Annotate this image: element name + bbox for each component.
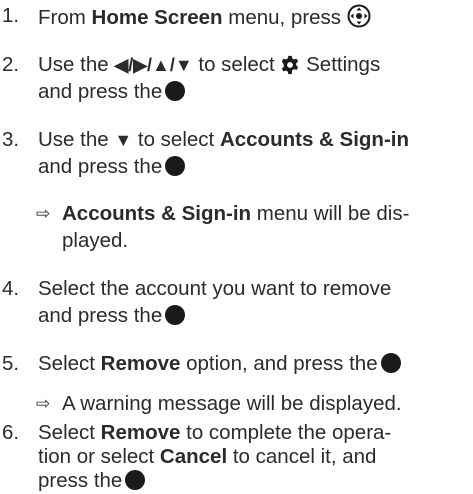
remove-label: Remove — [100, 421, 181, 444]
result-arrow-icon: ⇨ — [36, 394, 51, 413]
note-text: A warning message will be displayed. — [62, 392, 402, 415]
step-number: 5. — [2, 352, 20, 375]
step-number: 6. — [2, 421, 20, 444]
cancel-label: Cancel — [159, 445, 228, 468]
ok-button-icon — [125, 470, 146, 490]
step-number: 1. — [2, 4, 20, 27]
home-screen-label: Home Screen — [91, 6, 223, 29]
step-number: 3. — [2, 128, 20, 151]
step-text: Select the account you want to remove — [38, 277, 392, 300]
ok-button-icon — [165, 81, 186, 101]
ok-button-icon — [165, 305, 186, 325]
ok-button-icon — [380, 353, 401, 373]
step-text: Use the ◀/▶/▲/▼ to select Settings — [38, 53, 381, 76]
step-text: Use the ▼ to select Accounts & Sign-in — [38, 128, 409, 151]
note-text: Accounts & Sign-in menu will be dis- — [62, 202, 410, 225]
step-number: 2. — [2, 53, 20, 76]
remove-label: Remove — [100, 352, 181, 375]
step-text: From Home Screen menu, press — [38, 4, 371, 30]
result-arrow-icon: ⇨ — [36, 204, 51, 223]
step-text: Select Remove option, and press the — [38, 352, 401, 376]
down-arrow-icon: ▼ — [114, 130, 133, 150]
navigation-pad-icon — [347, 4, 371, 28]
accounts-signin-label: Accounts & Sign-in — [62, 202, 252, 225]
accounts-signin-label: Accounts & Sign-in — [219, 128, 409, 151]
step-text: Select Remove to complete the opera- — [38, 421, 392, 444]
instruction-document: 1. From Home Screen menu, press 2. Use t… — [2, 4, 410, 492]
step-number: 4. — [2, 277, 20, 300]
gear-icon — [282, 55, 299, 75]
arrow-keys-icon: ◀/▶/▲/▼ — [114, 55, 193, 75]
ok-button-icon — [165, 156, 186, 176]
